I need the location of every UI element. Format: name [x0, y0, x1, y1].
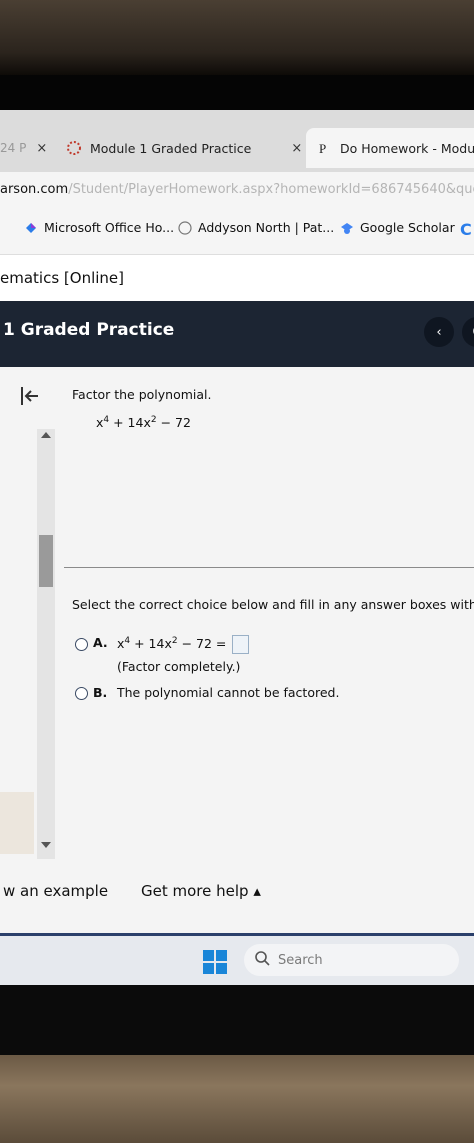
bookmark-microsoft-office[interactable]: Microsoft Office Ho...: [24, 220, 174, 235]
question-prompt: Factor the polynomial.: [72, 387, 212, 402]
answer-input-box[interactable]: [232, 635, 250, 654]
taskbar-search-label: Search: [278, 952, 323, 968]
choice-a-note: (Factor completely.): [117, 659, 241, 674]
browser-screen: 24 P × Module 1 Graded Practice × P Do H…: [0, 110, 474, 985]
close-icon[interactable]: ×: [291, 141, 302, 156]
windows-start-icon[interactable]: [203, 950, 227, 974]
question-sidebar: [0, 367, 36, 797]
globe-icon: [178, 220, 192, 235]
scroll-up-icon[interactable]: [41, 432, 51, 438]
tab-previous[interactable]: 24 P ×: [0, 128, 60, 168]
view-example-link[interactable]: w an example: [3, 882, 108, 900]
address-bar[interactable]: arson.com /Student/PlayerHomework.aspx?h…: [0, 172, 474, 206]
tab-do-homework[interactable]: P Do Homework - Module 1: [306, 128, 474, 168]
bookmark-label: Google Scholar: [360, 220, 455, 235]
loading-spinner-icon: [66, 140, 82, 156]
bookmark-label: Microsoft Office Ho...: [44, 220, 175, 235]
svg-text:P: P: [319, 141, 326, 156]
choice-a-expression: x4 + 14x2 − 72 =: [117, 635, 250, 654]
tab-bar: 24 P × Module 1 Graded Practice × P Do H…: [0, 110, 474, 172]
monitor-bezel-top: [0, 75, 474, 110]
background-room: [0, 0, 474, 75]
question-panel: Factor the polynomial. x4 + 14x2 − 72 Se…: [0, 367, 474, 882]
tab-label: Do Homework - Module 1: [340, 140, 474, 156]
sidebar-lower-area: [0, 792, 34, 854]
pearson-logo-icon: P: [316, 140, 332, 156]
collapse-sidebar-icon[interactable]: [18, 384, 42, 414]
scrollbar-thumb[interactable]: [39, 535, 53, 587]
course-name: ematics [Online]: [0, 269, 124, 287]
close-icon[interactable]: ×: [36, 141, 47, 156]
background-desk: [0, 1055, 474, 1143]
windows-taskbar: Search: [0, 933, 474, 985]
choice-a-radio[interactable]: [75, 638, 88, 651]
choice-b-text: The polynomial cannot be factored.: [117, 685, 340, 700]
choice-b-letter: B.: [93, 685, 108, 700]
scrollbar-track[interactable]: [37, 429, 55, 859]
get-more-help-link[interactable]: Get more help ▴: [141, 882, 261, 900]
monitor-bezel-bottom: [0, 985, 474, 1055]
bookmark-addyson-north[interactable]: Addyson North | Pat...: [178, 220, 334, 235]
url-host: arson.com: [0, 181, 69, 197]
bookmark-google-scholar[interactable]: Google Scholar: [340, 220, 455, 235]
course-name-strip: ematics [Online]: [0, 255, 474, 301]
choice-a-letter: A.: [93, 635, 108, 650]
section-divider: [64, 567, 474, 568]
scholar-cap-icon: [340, 221, 354, 235]
tab-label: Module 1 Graded Practice: [90, 140, 252, 156]
scroll-down-icon[interactable]: [41, 842, 51, 848]
bookmark-partial-icon: C: [460, 220, 472, 239]
choice-b-radio[interactable]: [75, 687, 88, 700]
bookmarks-bar: Microsoft Office Ho... Addyson North | P…: [0, 206, 474, 255]
taskbar-search[interactable]: Search: [244, 944, 459, 976]
bookmark-more[interactable]: C: [460, 220, 472, 239]
bookmark-label: Addyson North | Pat...: [198, 220, 335, 235]
tab-previous-label: 24 P: [0, 141, 27, 155]
polynomial-expression: x4 + 14x2 − 72: [96, 415, 191, 431]
assignment-title: 1 Graded Practice: [3, 320, 175, 340]
assignment-title-bar: 1 Graded Practice ‹ C: [0, 301, 474, 367]
help-footer: w an example Get more help ▴: [0, 882, 474, 930]
instruction-text: Select the correct choice below and fill…: [72, 597, 474, 612]
previous-question-button[interactable]: ‹: [424, 317, 454, 347]
search-icon: [254, 950, 270, 970]
office-logo-icon: [24, 221, 38, 235]
tab-module-graded-practice[interactable]: Module 1 Graded Practice ×: [66, 128, 304, 168]
url-path: /Student/PlayerHomework.aspx?homeworkId=…: [68, 181, 474, 197]
next-question-button[interactable]: C: [462, 317, 474, 347]
